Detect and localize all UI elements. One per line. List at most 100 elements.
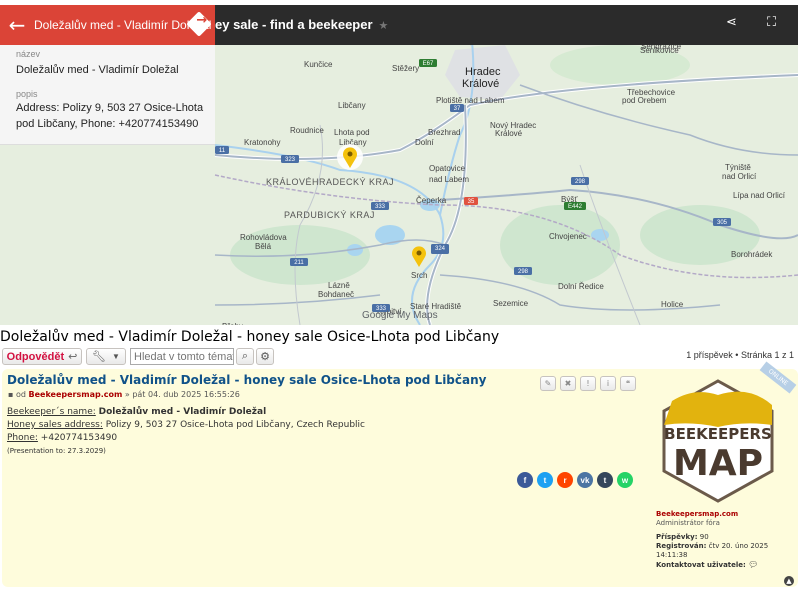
back-arrow-icon[interactable]: ← <box>0 13 34 37</box>
svg-text:298: 298 <box>575 179 586 185</box>
close-icon: ✖ <box>564 379 572 388</box>
road-shield: 37 <box>450 104 464 112</box>
whatsapp-icon[interactable]: w <box>617 472 633 488</box>
post-line-address: Honey sales address: Polizy 9, 503 27 Os… <box>7 419 365 432</box>
road-shield: 323 <box>281 155 299 163</box>
map-pin-selected[interactable] <box>337 144 363 170</box>
svg-text:MAP: MAP <box>673 443 763 484</box>
post-body: Beekeeper´s name: Doležalův med - Vladim… <box>7 406 365 458</box>
chat-icon[interactable]: 💬︎ <box>748 560 758 569</box>
map-place-label: Libčany <box>338 101 366 110</box>
pagination-info: 1 příspěvek • Stránka 1 z 1 <box>686 350 794 360</box>
advanced-search-button[interactable]: ⚙ <box>256 348 274 365</box>
map-place-label: Kunčice <box>304 60 333 69</box>
map-place-label: Stěžery <box>392 64 419 73</box>
road-shield: E67 <box>419 59 437 67</box>
address-value: Polizy 9, 503 27 Osice-Lhota pod Libčany… <box>105 420 365 430</box>
map-place-label: PARDUBICKÝ KRAJ <box>284 210 375 220</box>
post-author-link[interactable]: Beekeepersmap.com <box>29 390 123 399</box>
author-registered: Registrován: čtv 20. úno 2025 14:11:38 <box>656 542 769 559</box>
map-place-label: Bohdaneč <box>318 290 354 299</box>
field-value-description: Address: Polizy 9, 503 27 Osice-Lhota po… <box>16 102 204 130</box>
map-place-label: Čeperka <box>416 196 447 205</box>
svg-text:BEEKEEPERS: BEEKEEPERS <box>664 425 772 443</box>
post-title[interactable]: Doležalův med - Vladimír Doležal - honey… <box>7 373 486 387</box>
edit-button[interactable]: ✎ <box>540 376 556 391</box>
share-icon[interactable]: ⋖ <box>726 15 737 30</box>
road-shield: 298 <box>514 267 532 275</box>
info-panel-title: Doležalův med - Vladimír Doležal <box>34 18 212 32</box>
twitter-icon[interactable]: t <box>537 472 553 488</box>
svg-text:E442: E442 <box>568 204 583 210</box>
field-label-name: název <box>16 49 41 59</box>
report-button[interactable]: ! <box>580 376 596 391</box>
info-panel-header: ← Doležalův med - Vladimír Doležal <box>0 5 215 45</box>
map-place-label: Dolní Ředice <box>558 282 604 291</box>
reply-label: Odpovědět <box>6 350 65 363</box>
map-place-label: Týniště <box>725 163 751 172</box>
map-place-label: Opatovice <box>429 164 466 173</box>
svg-text:E67: E67 <box>423 61 434 67</box>
phone-value: +420774153490 <box>40 433 118 443</box>
map-place-label: nad Orlicí <box>722 172 757 181</box>
post-date: » pát 04. dub 2025 16:55:26 <box>124 390 240 399</box>
search-button[interactable]: ⌕ <box>236 348 254 365</box>
road-shield: 324 <box>431 244 449 252</box>
svg-text:333: 333 <box>375 204 386 210</box>
svg-text:323: 323 <box>285 157 296 163</box>
star-icon[interactable]: ★ <box>379 20 389 32</box>
road-shield: 35 <box>464 197 478 205</box>
phone-label: Phone: <box>7 433 38 443</box>
svg-text:11: 11 <box>219 148 226 154</box>
map-place-label: Lázně <box>328 281 350 290</box>
page-title: Doležalův med - Vladimír Doležal - honey… <box>0 329 500 345</box>
topic-tools-button[interactable]: 🔧︎ ▼ <box>86 348 126 365</box>
tumblr-icon[interactable]: t <box>597 472 613 488</box>
name-value: Doležalův med - Vladimír Doležal <box>98 407 267 417</box>
author-name[interactable]: Beekeepersmap.com <box>656 510 738 518</box>
back-to-top-icon[interactable]: ▲ <box>784 576 794 586</box>
info-panel: název Doležalův med - Vladimír Doležal p… <box>0 45 215 145</box>
road-shield: 305 <box>713 218 731 226</box>
facebook-icon[interactable]: f <box>517 472 533 488</box>
map-place-label: Borohrádek <box>731 250 773 259</box>
quote-button[interactable]: ❝ <box>620 376 636 391</box>
wrench-icon: 🔧︎ <box>92 351 107 363</box>
post: Doležalův med - Vladimír Doležal - honey… <box>2 361 798 587</box>
reply-icon: ↩ <box>68 351 78 363</box>
map-place-label: Kratonohy <box>244 138 280 147</box>
road-shield: E442 <box>564 202 586 210</box>
map-place-label: Rohovládova <box>240 233 287 242</box>
author-posts: Příspěvky: 90 <box>656 533 709 541</box>
map-place-label: Dolní <box>415 138 434 147</box>
delete-button[interactable]: ✖ <box>560 376 576 391</box>
author-rank: Administrátor fóra <box>656 519 720 527</box>
map-place-label: Lhota pod <box>334 128 370 137</box>
topic-search-input[interactable] <box>130 348 234 365</box>
search-icon: ⌕ <box>241 350 249 362</box>
presentation-note: (Presentation to: 27.3.2029) <box>7 447 106 455</box>
map-place-label: nad Labem <box>429 175 469 184</box>
reply-button[interactable]: Odpovědět ↩ <box>2 348 82 365</box>
pencil-icon: ✎ <box>544 379 552 388</box>
field-label-description: popis <box>16 89 38 99</box>
exclamation-icon: ! <box>586 379 590 388</box>
map-place-label: Roudnice <box>290 126 324 135</box>
fullscreen-icon[interactable]: ⛶ <box>767 15 776 30</box>
directions-icon[interactable] <box>186 11 212 37</box>
map-place-label: Holice <box>661 300 684 309</box>
vk-icon[interactable]: vk <box>577 472 593 488</box>
post-line-name: Beekeeper´s name: Doležalův med - Vladim… <box>7 406 365 419</box>
post-line-phone: Phone: +420774153490 <box>7 432 365 445</box>
map-place-label: Lípa nad Orlicí <box>733 191 786 200</box>
map-place-label: Horní Jelení <box>722 324 766 325</box>
road-shield: 333 <box>371 202 389 210</box>
reddit-icon[interactable]: r <box>557 472 573 488</box>
road-shield: 11 <box>215 146 229 154</box>
quote-icon: ❝ <box>625 379 631 388</box>
svg-text:211: 211 <box>294 260 304 266</box>
map-place-label: Srch <box>411 271 427 280</box>
info-button[interactable]: i <box>600 376 616 391</box>
post-file-icon: ▪ <box>8 390 14 399</box>
author-contact: Kontaktovat uživatele: 💬︎ <box>656 560 759 569</box>
